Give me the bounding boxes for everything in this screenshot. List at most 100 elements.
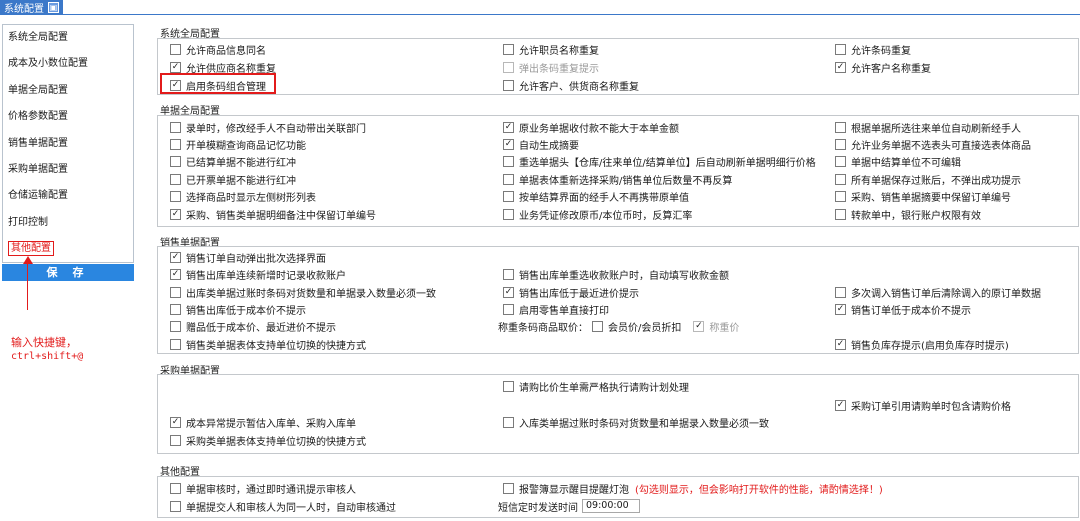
option-sales-8[interactable]: 销售订单低于成本价不提示 <box>835 302 971 317</box>
option-doc-6[interactable]: 已结算单据不能进行红冲 <box>170 154 296 169</box>
sidebar-item-warehouse[interactable]: 仓储运输配置 <box>3 183 133 209</box>
option-doc-14[interactable]: 采购、销售单据摘要中保留订单编号 <box>835 189 1011 204</box>
checkbox[interactable] <box>170 208 181 220</box>
checkbox[interactable] <box>170 155 181 167</box>
window-tab[interactable]: 系统配置 ▣ <box>0 0 63 15</box>
checkbox[interactable] <box>835 338 846 350</box>
checkbox[interactable] <box>592 320 603 332</box>
tab-close-icon[interactable]: ▣ <box>48 1 59 13</box>
checkbox[interactable] <box>503 208 514 220</box>
checkbox[interactable] <box>835 138 846 150</box>
checkbox[interactable] <box>170 286 181 298</box>
option-sales-5[interactable]: 多次调入销售订单后清除调入的原订单数据 <box>835 285 1041 300</box>
option-sales-1[interactable]: 销售出库单连续新增时记录收款账户 <box>170 267 346 282</box>
checkbox[interactable] <box>835 61 846 73</box>
checkbox[interactable] <box>503 190 514 202</box>
option-other-2[interactable]: 单据提交人和审核人为同一人时，自动审核通过 <box>170 499 396 514</box>
option-doc-4[interactable]: 自动生成摘要 <box>503 137 579 152</box>
option-system-0[interactable]: 允许商品信息同名 <box>170 42 266 57</box>
checkbox[interactable] <box>503 482 514 494</box>
option-doc-17[interactable]: 转款单中，银行账户权限有效 <box>835 207 981 222</box>
option-doc-1[interactable]: 原业务单据收付款不能大于本单金额 <box>503 120 679 135</box>
option-doc-9[interactable]: 已开票单据不能进行红冲 <box>170 172 296 187</box>
checkbox[interactable] <box>503 380 514 392</box>
option-purchase-3[interactable]: 入库类单据过账时条码对货数量和单据录入数量必须一致 <box>503 415 769 430</box>
option-sales-10[interactable]: 销售类单据表体支持单位切换的快捷方式 <box>170 337 366 352</box>
option-sales-6[interactable]: 销售出库低于成本价不提示 <box>170 302 306 317</box>
checkbox[interactable] <box>503 416 514 428</box>
option-doc-7[interactable]: 重选单据头【仓库/往来单位/结算单位】后自动刷新单据明细行价格 <box>503 154 816 169</box>
sidebar-item-purchase[interactable]: 采购单据配置 <box>3 157 133 183</box>
save-button[interactable]: 保 存 <box>2 264 134 281</box>
checkbox[interactable] <box>170 416 181 428</box>
checkbox[interactable] <box>170 303 181 315</box>
checkbox[interactable] <box>170 500 181 512</box>
option-purchase-0[interactable]: 请购比价生单需严格执行请购计划处理 <box>503 379 689 394</box>
sidebar-item-print[interactable]: 打印控制 <box>3 210 133 236</box>
checkbox[interactable] <box>170 43 181 55</box>
option-purchase-4[interactable]: 采购类单据表体支持单位切换的快捷方式 <box>170 433 366 448</box>
checkbox[interactable] <box>835 155 846 167</box>
checkbox[interactable] <box>503 155 514 167</box>
option-doc-2[interactable]: 根据单据所选往来单位自动刷新经手人 <box>835 120 1021 135</box>
option-doc-10[interactable]: 单据表体重新选择采购/销售单位后数量不再反算 <box>503 172 732 187</box>
checkbox[interactable] <box>835 121 846 133</box>
option-doc-0[interactable]: 录单时，修改经手人不自动带出关联部门 <box>170 120 366 135</box>
option-sales-4[interactable]: 销售出库低于最近进价提示 <box>503 285 639 300</box>
checkbox[interactable] <box>835 173 846 185</box>
option-system-3[interactable]: 允许供应商名称重复 <box>170 60 276 75</box>
checkbox[interactable] <box>503 268 514 280</box>
checkbox[interactable] <box>170 320 181 332</box>
option-sales-7[interactable]: 启用零售单直接打印 <box>503 302 609 317</box>
option-doc-16[interactable]: 业务凭证修改原币/本位币时，反算汇率 <box>503 207 692 222</box>
checkbox[interactable] <box>170 434 181 446</box>
checkbox[interactable] <box>170 338 181 350</box>
checkbox[interactable] <box>503 79 514 91</box>
checkbox[interactable] <box>170 482 181 494</box>
checkbox[interactable] <box>835 286 846 298</box>
option-sales-9[interactable]: 赠品低于成本价、最近进价不提示 <box>170 319 336 334</box>
checkbox[interactable] <box>835 303 846 315</box>
checkbox[interactable] <box>170 61 181 73</box>
option-doc-3[interactable]: 开单模糊查询商品记忆功能 <box>170 137 306 152</box>
checkbox[interactable] <box>835 190 846 202</box>
option-purchase-2[interactable]: 成本异常提示暂估入库单、采购入库单 <box>170 415 356 430</box>
option-doc-8[interactable]: 单据中结算单位不可编辑 <box>835 154 961 169</box>
option-doc-11[interactable]: 所有单据保存过账后，不弹出成功提示 <box>835 172 1021 187</box>
option-purchase-1[interactable]: 采购订单引用请购单时包含请购价格 <box>835 398 1011 413</box>
option-doc-15[interactable]: 采购、销售类单据明细备注中保留订单编号 <box>170 207 376 222</box>
checkbox[interactable] <box>170 268 181 280</box>
option-system-7[interactable]: 允许客户、供货商名称重复 <box>503 78 639 93</box>
sidebar-item-document-global[interactable]: 单据全局配置 <box>3 78 133 104</box>
option-other-1[interactable]: 报警簿显示醒目提醒灯泡 <box>503 481 629 496</box>
option-sales-11[interactable]: 销售负库存提示(启用负库存时提示) <box>835 337 1009 352</box>
checkbox[interactable] <box>170 138 181 150</box>
checkbox[interactable] <box>503 121 514 133</box>
option-doc-13[interactable]: 按单结算界面的经手人不再携带原单值 <box>503 189 689 204</box>
checkbox[interactable] <box>170 173 181 185</box>
checkbox[interactable] <box>835 208 846 220</box>
checkbox[interactable] <box>503 303 514 315</box>
checkbox[interactable] <box>170 121 181 133</box>
checkbox[interactable] <box>835 399 846 411</box>
sidebar-item-price-params[interactable]: 价格参数配置 <box>3 104 133 130</box>
sidebar-item-sales[interactable]: 销售单据配置 <box>3 131 133 157</box>
option-doc-5[interactable]: 允许业务单据不选表头可直接选表体商品 <box>835 137 1031 152</box>
checkbox[interactable] <box>170 190 181 202</box>
option-system-5[interactable]: 允许客户名称重复 <box>835 60 931 75</box>
option-sales-2[interactable]: 销售出库单重选收款账户时，自动填写收款金额 <box>503 267 729 282</box>
checkbox[interactable] <box>503 286 514 298</box>
option-sales-0[interactable]: 销售订单自动弹出批次选择界面 <box>170 250 326 265</box>
sidebar-item-cost-decimal[interactable]: 成本及小数位配置 <box>3 51 133 77</box>
checkbox[interactable] <box>170 251 181 263</box>
checkbox[interactable] <box>835 43 846 55</box>
checkbox[interactable] <box>503 43 514 55</box>
checkbox[interactable] <box>503 173 514 185</box>
option-barcode-member-price[interactable]: 会员价/会员折扣 <box>592 319 681 334</box>
checkbox[interactable] <box>503 138 514 150</box>
option-sales-3[interactable]: 出库类单据过账时条码对货数量和单据录入数量必须一致 <box>170 285 436 300</box>
sms-time-input[interactable]: 09:00:00 <box>582 499 640 513</box>
option-other-0[interactable]: 单据审核时，通过即时通讯提示审核人 <box>170 481 356 496</box>
option-doc-12[interactable]: 选择商品时显示左侧树形列表 <box>170 189 316 204</box>
sidebar-item-system-global[interactable]: 系统全局配置 <box>3 25 133 51</box>
